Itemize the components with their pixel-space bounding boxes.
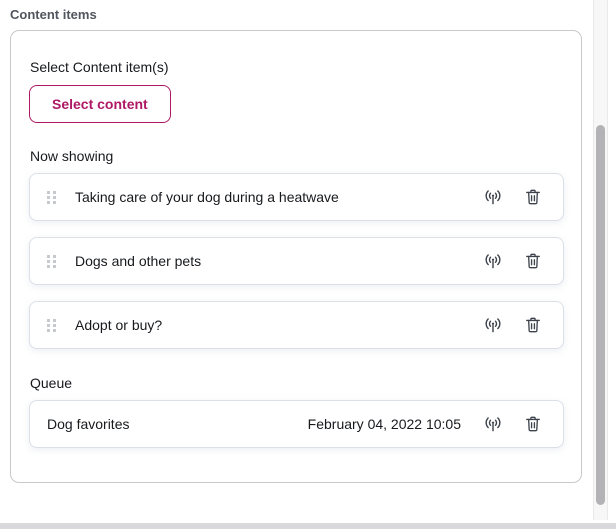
content-item-row: Adopt or buy?: [29, 301, 564, 349]
trash-icon[interactable]: [523, 315, 543, 335]
content-item-title: Dogs and other pets: [75, 253, 463, 269]
page-title: Content items: [10, 7, 97, 22]
queue-list: Dog favorites February 04, 2022 10:05: [29, 400, 564, 448]
trash-icon[interactable]: [523, 414, 543, 434]
select-content-button[interactable]: Select content: [29, 85, 171, 123]
now-showing-list: Taking care of your dog during a heatwav…: [29, 173, 564, 349]
content-items-panel: Select Content item(s) Select content No…: [10, 30, 582, 483]
queue-item-title: Dog favorites: [47, 416, 308, 432]
content-item-row: Taking care of your dog during a heatwav…: [29, 173, 564, 221]
queue-item-row: Dog favorites February 04, 2022 10:05: [29, 400, 564, 448]
drag-handle-icon[interactable]: [47, 255, 56, 268]
broadcast-icon[interactable]: [483, 414, 503, 434]
vertical-scrollbar-thumb[interactable]: [596, 125, 605, 505]
queue-heading: Queue: [30, 374, 564, 392]
broadcast-icon[interactable]: [483, 315, 503, 335]
content-item-title: Adopt or buy?: [75, 317, 463, 333]
now-showing-heading: Now showing: [30, 147, 564, 165]
broadcast-icon[interactable]: [483, 187, 503, 207]
drag-handle-icon[interactable]: [47, 191, 56, 204]
broadcast-icon[interactable]: [483, 251, 503, 271]
content-item-row: Dogs and other pets: [29, 237, 564, 285]
vertical-scrollbar-track[interactable]: [593, 0, 608, 520]
select-content-heading: Select Content item(s): [30, 58, 564, 76]
bottom-divider: [0, 523, 616, 529]
content-item-title: Taking care of your dog during a heatwav…: [75, 189, 463, 205]
queue-item-timestamp: February 04, 2022 10:05: [308, 416, 461, 432]
drag-handle-icon[interactable]: [47, 319, 56, 332]
trash-icon[interactable]: [523, 251, 543, 271]
trash-icon[interactable]: [523, 187, 543, 207]
